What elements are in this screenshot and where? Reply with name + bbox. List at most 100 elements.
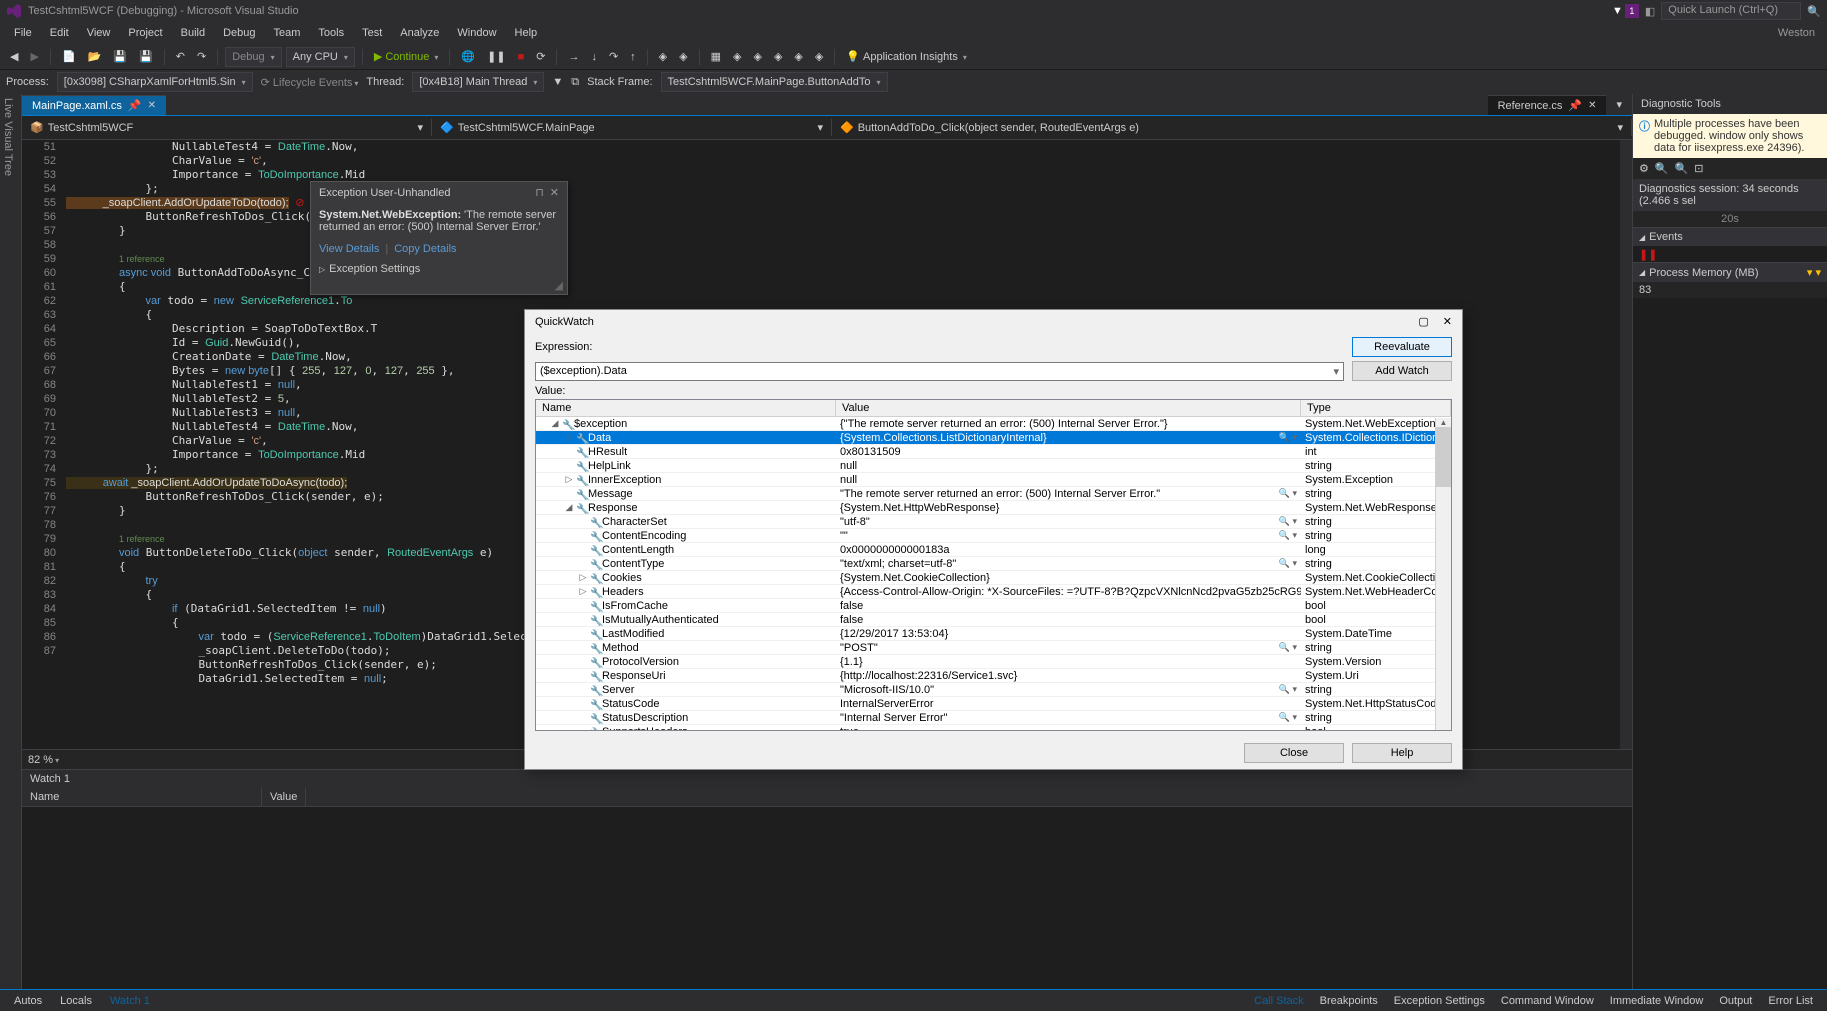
nav-class[interactable]: 🔷 TestCshtml5WCF.MainPage▾	[432, 119, 832, 136]
close-icon[interactable]: ✕	[1588, 100, 1596, 111]
watch-col-value[interactable]: Value	[262, 788, 306, 806]
grid-row[interactable]: ▷🔧Cookies {System.Net.CookieCollection} …	[536, 571, 1451, 585]
grid-row[interactable]: 🔧Server "Microsoft-IIS/10.0"🔍 ▾ string	[536, 683, 1451, 697]
grid-row[interactable]: 🔧HResult 0x80131509 int	[536, 445, 1451, 459]
restart-icon[interactable]: ⟳	[532, 49, 549, 64]
nav-project[interactable]: 📦 TestCshtml5WCF▾	[22, 119, 432, 136]
grid-row[interactable]: 🔧LastModified {12/29/2017 13:53:04} Syst…	[536, 627, 1451, 641]
pin-icon[interactable]: ⊓	[535, 186, 544, 199]
grid-row[interactable]: ▷🔧Data {System.Collections.ListDictionar…	[536, 431, 1451, 445]
copy-details-link[interactable]: Copy Details	[394, 243, 456, 255]
grid-row[interactable]: 🔧IsMutuallyAuthenticated false bool	[536, 613, 1451, 627]
tab-overflow-icon[interactable]: ▾	[1610, 95, 1628, 115]
sb-locals[interactable]: Locals	[52, 993, 100, 1009]
diag-gear-icon[interactable]: ⚙	[1639, 162, 1649, 175]
insights-button[interactable]: 💡 Application Insights	[842, 49, 971, 64]
nav-fwd-icon[interactable]: ▶	[26, 49, 42, 64]
tb-icon-4[interactable]: ◈	[749, 49, 765, 64]
watch-body[interactable]	[22, 807, 1632, 989]
tb-icon-5[interactable]: ◈	[770, 49, 786, 64]
quick-launch-input[interactable]: Quick Launch (Ctrl+Q)	[1661, 2, 1801, 20]
menu-edit[interactable]: Edit	[42, 25, 77, 41]
lifecycle-dropdown[interactable]: ⟳ Lifecycle Events	[261, 76, 359, 89]
diag-reset-icon[interactable]: ⊡	[1694, 162, 1703, 175]
menu-analyze[interactable]: Analyze	[392, 25, 447, 41]
sb-exception-settings[interactable]: Exception Settings	[1386, 993, 1493, 1009]
sb-errorlist[interactable]: Error List	[1760, 993, 1821, 1009]
help-button[interactable]: Help	[1352, 743, 1452, 763]
notifications-icon[interactable]: ▼1	[1612, 4, 1639, 18]
step-out-icon[interactable]: ↑	[626, 50, 640, 64]
menu-test[interactable]: Test	[354, 25, 390, 41]
reevaluate-button[interactable]: Reevaluate	[1352, 337, 1452, 357]
step-into-icon[interactable]: ↓	[587, 50, 601, 64]
sb-command[interactable]: Command Window	[1493, 993, 1602, 1009]
expression-input[interactable]: ($exception).Data▾	[535, 362, 1344, 381]
watch-col-name[interactable]: Name	[22, 788, 262, 806]
save-all-icon[interactable]: 💾	[135, 49, 157, 64]
menu-project[interactable]: Project	[120, 25, 170, 41]
diag-zoomin-icon[interactable]: 🔍	[1655, 162, 1669, 175]
resize-grip-icon[interactable]: ◢	[311, 279, 567, 294]
col-value[interactable]: Value	[836, 400, 1301, 416]
col-name[interactable]: Name	[536, 400, 836, 416]
grid-row[interactable]: 🔧ContentType "text/xml; charset=utf-8"🔍 …	[536, 557, 1451, 571]
nav-method[interactable]: 🔶 ButtonAddToDo_Click(object sender, Rou…	[832, 119, 1632, 136]
close-icon[interactable]: ✕	[148, 100, 156, 111]
grid-row[interactable]: 🔧CharacterSet "utf-8"🔍 ▾ string	[536, 515, 1451, 529]
grid-row[interactable]: 🔧ContentLength 0x000000000000183a long	[536, 543, 1451, 557]
menu-window[interactable]: Window	[449, 25, 504, 41]
maximize-icon[interactable]: ▢	[1418, 315, 1428, 328]
grid-row[interactable]: ▷🔧Headers {Access-Control-Allow-Origin: …	[536, 585, 1451, 599]
grid-row[interactable]: 🔧Message "The remote server returned an …	[536, 487, 1451, 501]
stack-dropdown[interactable]: TestCshtml5WCF.MainPage.ButtonAddTo	[661, 72, 888, 92]
user-label[interactable]: Weston	[1770, 25, 1821, 41]
menu-tools[interactable]: Tools	[310, 25, 352, 41]
thread-dropdown[interactable]: [0x4B18] Main Thread	[412, 72, 544, 92]
menu-view[interactable]: View	[79, 25, 119, 41]
menu-debug[interactable]: Debug	[215, 25, 263, 41]
grid-row[interactable]: 🔧ProtocolVersion {1.1} System.Version	[536, 655, 1451, 669]
sb-output[interactable]: Output	[1711, 993, 1760, 1009]
redo-icon[interactable]: ↷	[193, 49, 210, 64]
break-all-icon[interactable]: ❚❚	[483, 49, 509, 64]
continue-button[interactable]: ▶ Continue	[370, 49, 443, 64]
nav-back-icon[interactable]: ◀	[6, 49, 22, 64]
new-project-icon[interactable]: 📄	[58, 49, 80, 64]
grid-row[interactable]: ◢🔧$exception {"The remote server returne…	[536, 417, 1451, 431]
grid-row[interactable]: 🔧StatusDescription "Internal Server Erro…	[536, 711, 1451, 725]
grid-row[interactable]: 🔧ResponseUri {http://localhost:22316/Ser…	[536, 669, 1451, 683]
tab-reference[interactable]: Reference.cs 📌 ✕	[1488, 95, 1607, 115]
add-watch-button[interactable]: Add Watch	[1352, 361, 1452, 381]
sb-immediate[interactable]: Immediate Window	[1602, 993, 1712, 1009]
feedback-icon[interactable]: ◧	[1645, 5, 1655, 18]
tab-mainpage[interactable]: MainPage.xaml.cs 📌 ✕	[22, 95, 166, 115]
tb-icon-6[interactable]: ◈	[790, 49, 806, 64]
grid-row[interactable]: 🔧StatusCode InternalServerError System.N…	[536, 697, 1451, 711]
open-icon[interactable]: 📂	[84, 49, 106, 64]
menu-team[interactable]: Team	[266, 25, 309, 41]
view-details-link[interactable]: View Details	[319, 243, 379, 255]
diag-zoomout-icon[interactable]: 🔍	[1675, 162, 1689, 175]
sb-callstack[interactable]: Call Stack	[1246, 993, 1312, 1009]
diag-memory-header[interactable]: ◢Process Memory (MB)▾ ▾	[1633, 262, 1827, 282]
tb-icon-3[interactable]: ◈	[729, 49, 745, 64]
grid-row[interactable]: 🔧IsFromCache false bool	[536, 599, 1451, 613]
left-rail[interactable]: Live Visual Tree	[0, 94, 22, 989]
sb-watch1[interactable]: Watch 1	[102, 993, 158, 1009]
save-icon[interactable]: 💾	[109, 49, 131, 64]
grid-row[interactable]: 🔧Method "POST"🔍 ▾ string	[536, 641, 1451, 655]
close-button[interactable]: Close	[1244, 743, 1344, 763]
zoom-dropdown[interactable]: 82 %	[28, 754, 53, 766]
sb-breakpoints[interactable]: Breakpoints	[1312, 993, 1386, 1009]
menu-file[interactable]: File	[6, 25, 40, 41]
next-statement-icon[interactable]: →	[564, 50, 583, 64]
close-icon[interactable]: ✕	[550, 186, 559, 199]
sb-autos[interactable]: Autos	[6, 993, 50, 1009]
menu-help[interactable]: Help	[507, 25, 546, 41]
value-grid[interactable]: Name Value Type ◢🔧$exception {"The remot…	[535, 399, 1452, 731]
process-dropdown[interactable]: [0x3098] CSharpXamlForHtml5.Sin	[57, 72, 253, 92]
scrollbar[interactable]	[1620, 140, 1632, 749]
platform-dropdown[interactable]: Any CPU	[286, 47, 355, 67]
stop-icon[interactable]: ■	[514, 50, 529, 64]
